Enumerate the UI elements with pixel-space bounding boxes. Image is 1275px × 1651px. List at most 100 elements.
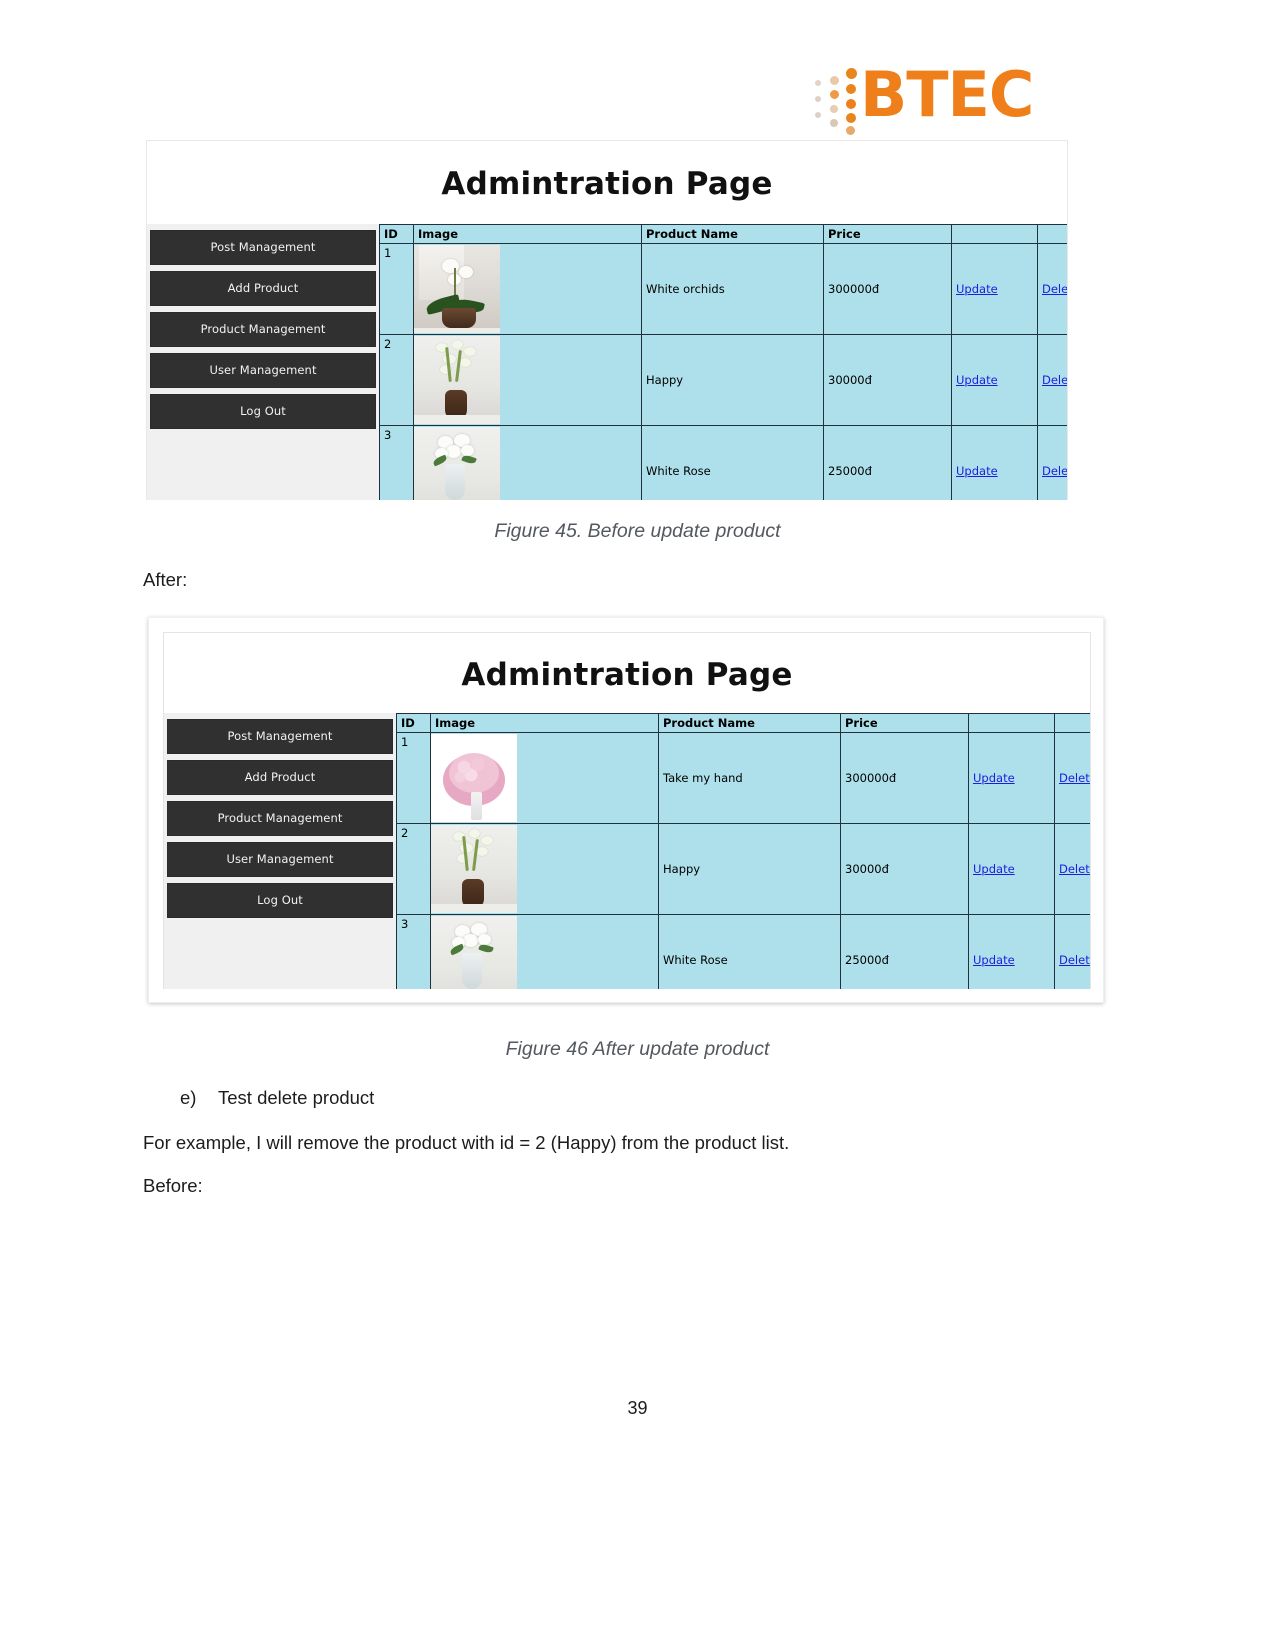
before-label: Before:: [143, 1175, 203, 1196]
delete-link[interactable]: Delete: [1059, 953, 1090, 967]
sidebar-item-product-management[interactable]: Product Management: [167, 801, 393, 836]
figure-45-caption: Figure 45. Before update product: [494, 520, 781, 542]
table-row: 1 White orchids 300000đ Update Dele: [379, 243, 1067, 335]
sidebar-item-add-product[interactable]: Add Product: [167, 760, 393, 795]
sidebar-item-product-management[interactable]: Product Management: [150, 312, 376, 347]
admin-sidebar-before: Post Management Add Product Product Mana…: [147, 224, 379, 500]
cell-product-name: Happy: [658, 823, 841, 915]
admin-page-title-before: Admintration Page: [441, 166, 773, 202]
cell-delete: Delete: [1037, 334, 1067, 426]
cell-update: Update: [951, 243, 1038, 335]
update-link[interactable]: Update: [973, 862, 1015, 876]
cell-image: [413, 334, 642, 426]
product-thumbnail-pink-bouquet: [431, 734, 517, 822]
cell-update: Update: [951, 334, 1038, 426]
cell-id: 2: [396, 823, 431, 915]
cell-price: 300000đ: [823, 243, 952, 335]
sidebar-item-log-out[interactable]: Log Out: [150, 394, 376, 429]
delete-link[interactable]: Delete: [1059, 862, 1090, 876]
column-header-id: ID: [379, 224, 414, 244]
sidebar-item-user-management[interactable]: User Management: [167, 842, 393, 877]
table-row: 2 Happy 30000đ Update Dele: [379, 334, 1067, 426]
product-thumbnail-gladiolus: [414, 336, 500, 424]
product-table-wrapper-before: ID Image Product Name Price 1 White orch…: [379, 224, 1067, 500]
sidebar-item-user-management[interactable]: User Management: [150, 353, 376, 388]
column-header-price: Price: [823, 224, 952, 244]
logo-dot-matrix-icon: [808, 66, 866, 135]
delete-link[interactable]: Delete: [1042, 282, 1067, 296]
column-header-image: Image: [430, 713, 659, 733]
table-row: 2 Happy 30000đ Update Delet: [396, 823, 1090, 915]
cell-delete: Delete: [1054, 914, 1090, 989]
cell-delete: Delete: [1037, 243, 1067, 335]
cell-delete: Delete: [1054, 732, 1090, 824]
cell-price: 30000đ: [840, 823, 969, 915]
cell-id: 3: [396, 914, 431, 989]
product-thumbnail-white-orchid: [414, 245, 500, 333]
column-header-price: Price: [840, 713, 969, 733]
cell-delete: Delete: [1054, 823, 1090, 915]
product-table-wrapper-after: ID Image Product Name Price 1 Take my ha…: [396, 713, 1090, 989]
cell-product-name: Take my hand: [658, 732, 841, 824]
cell-image: [430, 732, 659, 824]
cell-update: Update: [968, 914, 1055, 989]
product-thumbnail-white-rose: [414, 427, 500, 500]
update-link[interactable]: Update: [956, 373, 998, 387]
page-number: 39: [627, 1398, 648, 1418]
sidebar-item-post-management[interactable]: Post Management: [150, 230, 376, 265]
cell-price: 25000đ: [823, 425, 952, 500]
column-header-image: Image: [413, 224, 642, 244]
cell-image: [413, 243, 642, 335]
cell-update: Update: [951, 425, 1038, 500]
update-link[interactable]: Update: [956, 464, 998, 478]
update-link[interactable]: Update: [973, 771, 1015, 785]
table-header-row: ID Image Product Name Price: [379, 224, 1067, 244]
sidebar-item-post-management[interactable]: Post Management: [167, 719, 393, 754]
cell-product-name: Happy: [641, 334, 824, 426]
column-header-delete: [1054, 713, 1090, 733]
column-header-product-name: Product Name: [641, 224, 824, 244]
delete-link[interactable]: Delete: [1059, 771, 1090, 785]
delete-link[interactable]: Delete: [1042, 464, 1067, 478]
cell-image: [430, 823, 659, 915]
cell-image: [413, 425, 642, 500]
cell-image: [430, 914, 659, 989]
update-link[interactable]: Update: [956, 282, 998, 296]
list-item-label: Test delete product: [218, 1087, 375, 1108]
cell-price: 25000đ: [840, 914, 969, 989]
admin-page-title-after: Admintration Page: [461, 657, 793, 693]
btec-logo: BTEC: [808, 58, 1048, 135]
product-table-before: ID Image Product Name Price 1 White orch…: [379, 224, 1067, 500]
product-thumbnail-gladiolus: [431, 825, 517, 913]
update-link[interactable]: Update: [973, 953, 1015, 967]
cell-delete: Delete: [1037, 425, 1067, 500]
figure-before-update-screenshot: Admintration Page Post Management Add Pr…: [146, 140, 1068, 500]
cell-update: Update: [968, 732, 1055, 824]
example-paragraph: For example, I will remove the product w…: [143, 1132, 790, 1153]
delete-link[interactable]: Delete: [1042, 373, 1067, 387]
after-label: After:: [143, 569, 188, 590]
cell-id: 1: [379, 243, 414, 335]
table-header-row: ID Image Product Name Price: [396, 713, 1090, 733]
admin-body-after: Post Management Add Product Product Mana…: [164, 713, 1090, 989]
sidebar-item-add-product[interactable]: Add Product: [150, 271, 376, 306]
admin-sidebar-after: Post Management Add Product Product Mana…: [164, 713, 396, 989]
list-item: e) Test delete product: [180, 1087, 374, 1109]
cell-product-name: White orchids: [641, 243, 824, 335]
logo-text: BTEC: [860, 58, 1034, 131]
sidebar-item-log-out[interactable]: Log Out: [167, 883, 393, 918]
table-row: 1 Take my hand 300000đ Update Delet: [396, 732, 1090, 824]
cell-price: 300000đ: [840, 732, 969, 824]
product-table-after: ID Image Product Name Price 1 Take my ha…: [396, 713, 1090, 989]
table-row: 3 White Rose 25000đ Update Dele: [379, 425, 1067, 500]
admin-body-before: Post Management Add Product Product Mana…: [147, 224, 1067, 500]
figure-46-caption: Figure 46 After update product: [505, 1038, 770, 1060]
column-header-id: ID: [396, 713, 431, 733]
column-header-update: [951, 224, 1038, 244]
cell-id: 1: [396, 732, 431, 824]
figure-after-update-screenshot: Admintration Page Post Management Add Pr…: [148, 617, 1104, 1003]
cell-product-name: White Rose: [658, 914, 841, 989]
cell-price: 30000đ: [823, 334, 952, 426]
column-header-delete: [1037, 224, 1067, 244]
cell-id: 3: [379, 425, 414, 500]
